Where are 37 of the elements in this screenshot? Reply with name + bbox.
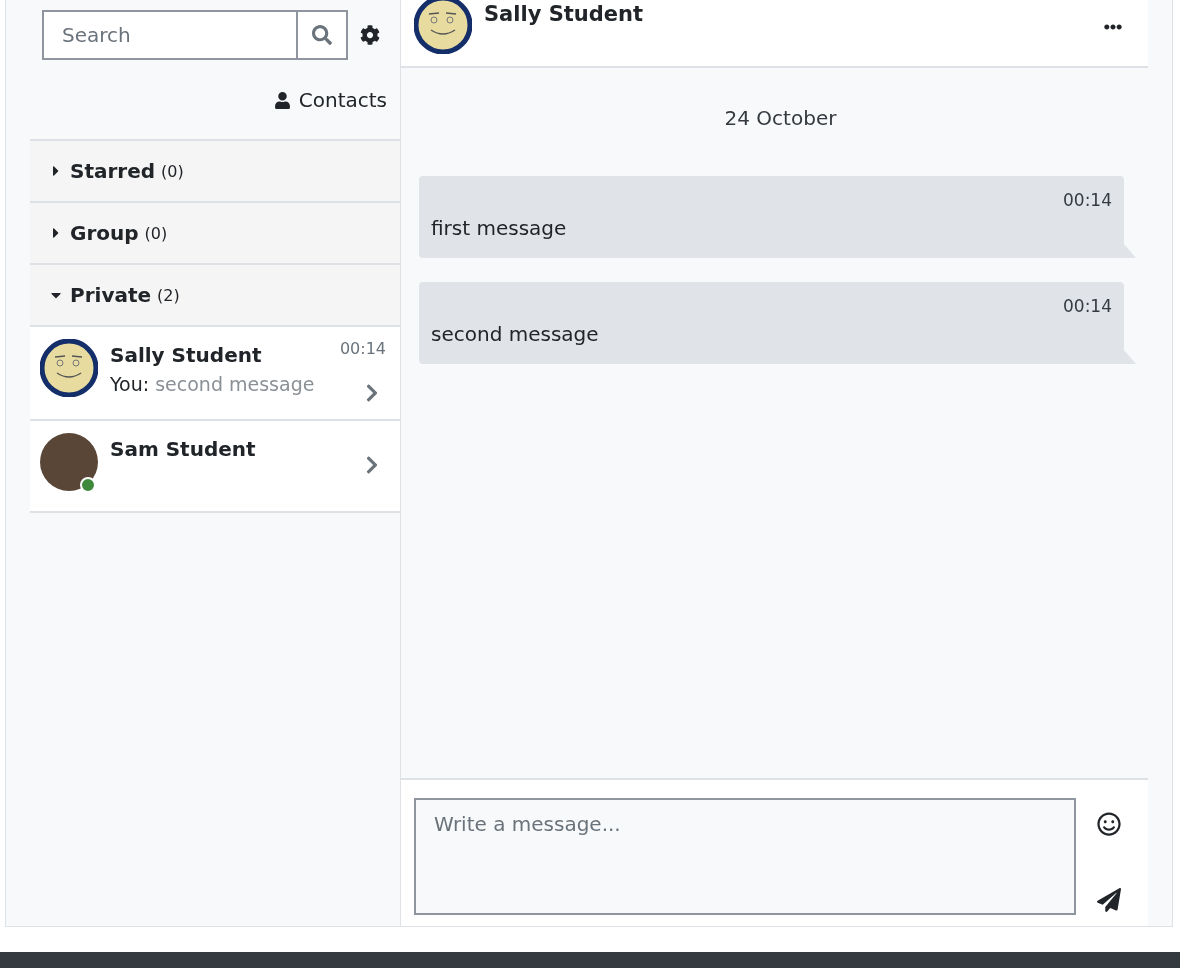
section-title: Private [70, 283, 152, 307]
contact-name: Sally Student [110, 343, 263, 367]
date-divider: 24 October [723, 105, 838, 132]
cartoon-face-avatar [414, 0, 472, 54]
message-time: 00:14 [339, 339, 386, 358]
section-title: Group [70, 221, 139, 245]
message-text: second message [431, 322, 600, 346]
conversation-item[interactable]: Sally Student You: second message 00:14 [30, 325, 400, 419]
message-time: 00:14 [1063, 296, 1112, 316]
send-icon [1097, 888, 1121, 912]
contact-name: Sally Student [484, 1, 645, 26]
search-icon [312, 25, 332, 45]
section-header[interactable]: Starred (0) [30, 139, 400, 201]
search-button[interactable] [296, 10, 348, 60]
search-field[interactable]: Search [42, 10, 296, 60]
contacts-link[interactable]: Contacts [273, 88, 387, 112]
contact-name: Sam Student [110, 437, 257, 461]
smiley-icon [1097, 812, 1121, 836]
message-input[interactable]: Write a message... [414, 798, 1076, 915]
message-preview: You: second message [110, 373, 316, 395]
contacts-label: Contacts [298, 88, 387, 112]
section-header[interactable]: Group (0) [30, 201, 400, 263]
section-header[interactable]: Private (2) [30, 263, 400, 325]
settings-button[interactable] [360, 25, 380, 45]
photo-placeholder [40, 433, 98, 491]
message-time: 00:14 [1063, 190, 1112, 210]
cartoon-face-avatar [40, 339, 98, 397]
emoji-button[interactable] [1097, 812, 1121, 836]
message-text: first message [431, 216, 568, 240]
section-count: (0) [161, 161, 184, 181]
section-count: (0) [144, 223, 168, 243]
section-count: (2) [157, 285, 180, 305]
send-button[interactable] [1097, 888, 1121, 912]
settings-icon [360, 25, 380, 45]
section-title: Starred [70, 159, 156, 183]
conversation-item[interactable]: Sam Student [30, 419, 400, 513]
person-icon [273, 91, 291, 109]
